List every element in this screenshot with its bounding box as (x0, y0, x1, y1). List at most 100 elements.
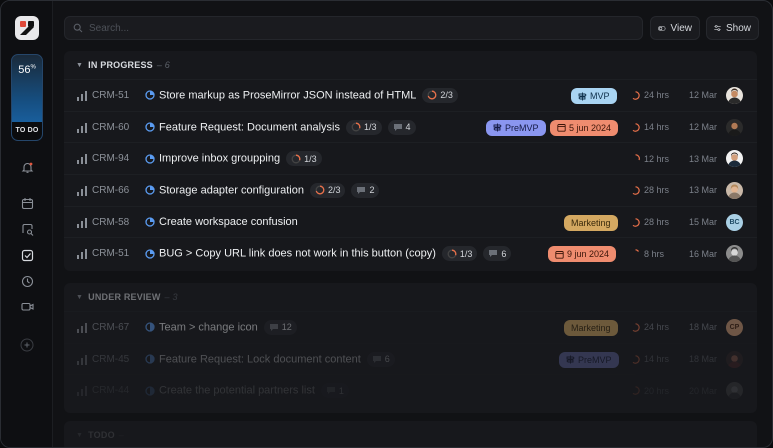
time-ring-icon (632, 386, 640, 395)
status-in-progress-icon (145, 249, 155, 259)
comments-chip: 6 (366, 351, 395, 367)
task-row[interactable]: CRM-51 BUG > Copy URL link does not work… (64, 237, 757, 269)
avatar[interactable] (726, 350, 743, 368)
priority-bars-icon (77, 122, 87, 133)
section-header[interactable]: ▼ IN PROGRESS – 6 (64, 51, 757, 79)
time-ring-icon (635, 154, 640, 161)
section-header[interactable]: ▼ UNDER REVIEW – 3 (64, 283, 757, 311)
notification-bell-icon[interactable] (19, 159, 35, 175)
tag-mvp[interactable]: MVP (571, 88, 617, 104)
subtask-progress-chip: 1/3 (345, 119, 382, 135)
task-id: CRM-51 (92, 248, 130, 260)
chat-search-icon[interactable] (19, 221, 35, 237)
estimate: 14 hrs (631, 122, 669, 132)
toggle-icon (658, 25, 666, 31)
task-row[interactable]: CRM-44 Create the potential partners lis… (64, 374, 757, 406)
tag-due-date[interactable]: 5 jun 2024 (550, 119, 619, 136)
section-todo: ▼ TODO – (64, 421, 757, 447)
task-row[interactable]: CRM-51 Store markup as ProseMirror JSON … (64, 79, 757, 111)
task-row[interactable]: CRM-45 Feature Request: Lock document co… (64, 342, 757, 375)
task-id: CRM-44 (92, 385, 130, 397)
avatar[interactable] (726, 150, 743, 168)
comments-chip: 1 (320, 383, 349, 399)
progress-ring-icon (315, 185, 325, 195)
priority-bars-icon (77, 154, 87, 165)
task-row[interactable]: CRM-58 Create workspace confusion Market… (64, 205, 757, 238)
estimate: 24 hrs (631, 322, 669, 332)
tag-marketing[interactable]: Marketing (564, 214, 618, 231)
task-row[interactable]: CRM-67 Team > change icon 12 Marketing 24… (64, 311, 757, 343)
caret-down-icon: ▼ (76, 61, 84, 69)
clock-icon[interactable] (19, 273, 35, 289)
estimate: 24 hrs (631, 90, 669, 100)
estimate: 28 hrs (631, 185, 669, 195)
task-row[interactable]: CRM-60 Feature Request: Document analysi… (64, 110, 757, 143)
app-window: 56% TO DO View Show (0, 0, 773, 448)
signpost-icon (566, 355, 575, 364)
comment-icon (393, 123, 402, 131)
comments-chip: 2 (351, 182, 380, 198)
search-bar[interactable] (64, 16, 643, 40)
due-date: 12 Mar (689, 122, 718, 133)
due-date: 15 Mar (689, 217, 718, 228)
task-id: CRM-45 (92, 353, 130, 365)
sidebar: 56% TO DO (1, 1, 53, 447)
tasks-checkbox-icon[interactable] (19, 247, 35, 263)
calendar-small-icon (555, 250, 564, 259)
avatar[interactable] (726, 118, 743, 136)
estimate: 14 hrs (631, 354, 669, 364)
due-date: 13 Mar (689, 185, 718, 196)
time-ring-icon (632, 91, 640, 100)
priority-bars-icon (77, 323, 87, 333)
section-under-review: ▼ UNDER REVIEW – 3 CRM-67 Team > change … (64, 283, 757, 413)
due-date: 12 Mar (689, 90, 718, 101)
status-review-icon (145, 354, 155, 364)
due-date: 13 Mar (689, 153, 718, 164)
avatar[interactable] (726, 245, 743, 263)
tag-marketing[interactable]: Marketing (564, 320, 618, 336)
view-button[interactable]: View (650, 16, 700, 40)
task-id: CRM-94 (92, 153, 130, 165)
status-in-progress-icon (145, 90, 155, 100)
app-logo[interactable] (15, 16, 39, 40)
avatar[interactable] (726, 87, 743, 104)
subtask-progress-chip: 2/3 (309, 182, 346, 198)
task-title: Feature Request: Document analysis 1/3 4 (159, 119, 416, 135)
search-input[interactable] (89, 22, 589, 34)
estimate: 28 hrs (631, 217, 669, 227)
estimate: 8 hrs (631, 249, 664, 259)
tag-premvp[interactable]: PreMVP (486, 119, 546, 136)
task-row[interactable]: CRM-66 Storage adapter configuration 2/3 2… (64, 174, 757, 206)
progress-ring-icon (447, 249, 457, 259)
add-icon[interactable] (19, 337, 35, 353)
progress-widget[interactable]: 56% TO DO (11, 54, 43, 141)
priority-bars-icon (77, 249, 87, 260)
subtask-progress-chip: 2/3 (422, 87, 458, 103)
tag-due-date[interactable]: 9 jun 2024 (548, 246, 617, 263)
avatar-initials[interactable]: CP (726, 319, 743, 336)
avatar[interactable] (726, 182, 743, 200)
section-title: UNDER REVIEW (88, 292, 161, 302)
avatar[interactable] (726, 382, 743, 400)
time-ring-icon (632, 186, 640, 195)
status-review-icon (145, 322, 155, 332)
video-icon[interactable] (19, 298, 35, 314)
signpost-icon (493, 123, 502, 132)
section-header[interactable]: ▼ TODO – (64, 421, 757, 447)
comments-chip: 4 (387, 119, 416, 135)
status-in-progress-icon (145, 154, 155, 164)
status-in-progress-icon (145, 122, 155, 132)
task-row[interactable]: CRM-94 Improve inbox groupping 1/3 12 hrs… (64, 142, 757, 174)
tag-premvp[interactable]: PreMVP (559, 351, 619, 368)
progress-ring-icon (351, 122, 361, 132)
progress-percent: 56% (18, 64, 36, 76)
section-count: – 3 (164, 292, 178, 302)
comment-icon (372, 355, 381, 363)
calendar-icon[interactable] (19, 195, 35, 211)
comment-icon (357, 186, 366, 194)
avatar-initials[interactable]: BC (726, 213, 743, 231)
task-id: CRM-51 (92, 89, 130, 101)
due-date: 20 Mar (689, 385, 718, 396)
logo-icon (20, 21, 34, 35)
show-button[interactable]: Show (706, 16, 759, 40)
